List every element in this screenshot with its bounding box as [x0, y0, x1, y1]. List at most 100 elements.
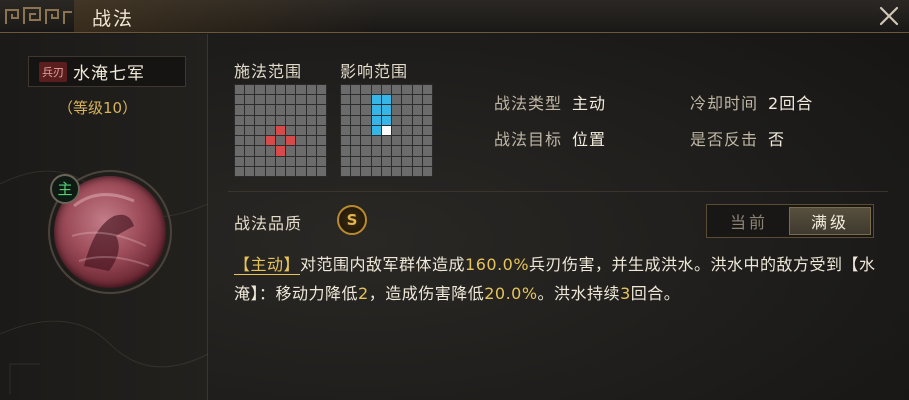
grid-cell [341, 156, 351, 166]
grid-cell [351, 146, 361, 156]
grid-cell [341, 85, 351, 95]
grid-cell [265, 166, 275, 176]
grid-cell [255, 105, 265, 115]
skill-portrait: 主 [28, 152, 198, 322]
grid-cell [286, 136, 296, 146]
skill-window: 战法 兵刃 水淹七军 （等级10） 主 施法范围 影响范围 战法类型 主动 冷却… [0, 0, 909, 400]
grid-cell [371, 105, 381, 115]
ornament-icon [5, 7, 72, 24]
grid-cell [351, 125, 361, 136]
grid-cell [361, 166, 371, 176]
grid-cell [392, 156, 402, 166]
description-text: 对范围内敌军群体造成 [300, 255, 466, 274]
grid-cell [402, 95, 412, 105]
grid-cell [361, 146, 371, 156]
grid-cell [245, 166, 255, 176]
grid-cell [296, 166, 306, 176]
attr-key: 战法类型 [494, 94, 563, 113]
grid-cell [275, 95, 286, 105]
grid-cell [306, 85, 316, 95]
grid-cell [381, 85, 392, 95]
grid-cell [351, 105, 361, 115]
description-tag: 【主动】 [234, 255, 301, 275]
grid-cell [255, 166, 265, 176]
grid-cell [286, 146, 296, 156]
grid-cell [402, 166, 412, 176]
attr-key: 战法目标 [494, 130, 563, 149]
grid-cell [412, 105, 422, 115]
grid-cell [412, 115, 422, 125]
grid-cell [286, 125, 296, 136]
grid-cell [381, 146, 392, 156]
skill-level: （等级10） [58, 99, 138, 117]
grid-cell [306, 156, 316, 166]
description-text: 回合。 [630, 284, 681, 303]
grid-cell [296, 146, 306, 156]
attr-value: 否 [768, 130, 786, 149]
grid-cell [392, 125, 402, 136]
grid-cell [275, 85, 286, 95]
grid-cell [351, 95, 361, 105]
grid-cell [341, 136, 351, 146]
grid-cell [361, 105, 371, 115]
grid-cell [245, 115, 255, 125]
grid-cell [351, 85, 361, 95]
grid-cell [306, 105, 316, 115]
grid-cell [341, 95, 351, 105]
grid-cell [402, 115, 412, 125]
grid-cell [361, 125, 371, 136]
grid-cell [361, 156, 371, 166]
description-number: 3 [620, 284, 631, 303]
grid-cell [381, 166, 392, 176]
cast-range-grid [234, 84, 327, 177]
grid-cell [265, 85, 275, 95]
grid-cell [235, 146, 245, 156]
grid-cell [412, 95, 422, 105]
grid-cell [286, 85, 296, 95]
grid-cell [371, 136, 381, 146]
toggle-current[interactable]: 当前 [709, 207, 789, 235]
effect-range-grid [340, 84, 433, 177]
grid-cell [275, 105, 286, 115]
grid-cell [306, 115, 316, 125]
grid-cell [316, 166, 326, 176]
grid-cell [235, 105, 245, 115]
grid-cell [265, 115, 275, 125]
grid-cell [286, 115, 296, 125]
grid-cell [275, 136, 286, 146]
attr-key: 冷却时间 [690, 94, 759, 113]
grid-cell [381, 136, 392, 146]
grid-cell [235, 125, 245, 136]
close-icon[interactable] [877, 4, 901, 28]
description-number: 20.0% [484, 284, 538, 303]
grid-cell [381, 125, 392, 136]
grid-cell [402, 156, 412, 166]
grid-cell [245, 146, 255, 156]
grid-cell [245, 105, 255, 115]
active-skill-badge: 主 [50, 174, 80, 204]
grid-cell [422, 125, 432, 136]
grid-cell [341, 115, 351, 125]
grid-cell [316, 146, 326, 156]
cast-range-label: 施法范围 [234, 62, 303, 81]
toggle-max-level[interactable]: 满级 [789, 207, 871, 235]
grid-cell [351, 136, 361, 146]
grid-cell [255, 125, 265, 136]
level-toggle: 当前 满级 [706, 204, 874, 238]
grid-cell [371, 166, 381, 176]
description-text: ，造成伤害降低 [368, 284, 485, 303]
grid-cell [392, 95, 402, 105]
grid-cell [402, 85, 412, 95]
grid-cell [275, 156, 286, 166]
grid-cell [402, 105, 412, 115]
grid-cell [361, 136, 371, 146]
grid-cell [371, 156, 381, 166]
grid-cell [245, 156, 255, 166]
grid-cell [296, 115, 306, 125]
grid-cell [392, 115, 402, 125]
grid-cell [296, 85, 306, 95]
description-number: 160.0% [465, 255, 530, 274]
grid-cell [265, 105, 275, 115]
grid-cell [422, 166, 432, 176]
grid-cell [341, 166, 351, 176]
